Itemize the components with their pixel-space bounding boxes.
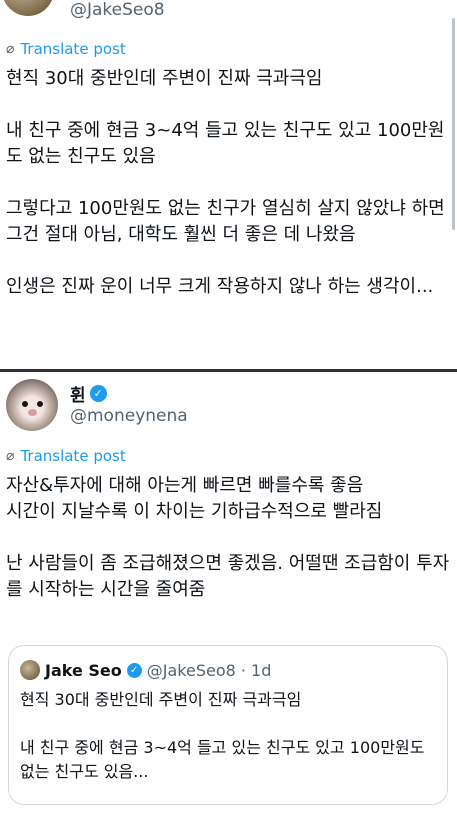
globe-icon: ⌀ xyxy=(6,41,15,57)
post-text: 현직 30대 중반인데 주변이 진짜 극과극임 내 친구 중에 현금 3~4억 … xyxy=(6,68,445,297)
author-handle[interactable]: @moneynena xyxy=(70,406,188,426)
translate-label: Translate post xyxy=(20,447,126,465)
scrollbar-thumb[interactable] xyxy=(452,18,455,230)
avatar[interactable] xyxy=(20,660,40,680)
post-text: 자산&투자에 대해 아는게 빠르면 빠를수록 좋음 시간이 지날수록 이 차이는… xyxy=(6,475,450,600)
quoted-post-header: Jake Seo ✓ @JakeSeo8 · 1d xyxy=(20,660,271,680)
post-divider xyxy=(0,369,457,372)
quoted-author-name: Jake Seo xyxy=(45,660,122,680)
translate-label: Translate post xyxy=(20,40,126,58)
verified-badge-icon: ✓ xyxy=(89,385,107,402)
author-name[interactable]: 휜 xyxy=(70,381,86,406)
quoted-author-handle-time: @JakeSeo8 · 1d xyxy=(146,660,272,680)
globe-icon: ⌀ xyxy=(6,448,15,464)
avatar[interactable] xyxy=(6,379,58,431)
quoted-post-text: 현직 30대 중반인데 주변이 진짜 극과극임 내 친구 중에 현금 3~4억 … xyxy=(20,690,425,781)
verified-badge-icon: ✓ xyxy=(126,662,142,678)
translate-post-link[interactable]: ⌀ Translate post xyxy=(6,40,126,58)
translate-post-link[interactable]: ⌀ Translate post xyxy=(6,447,126,465)
author-name-row[interactable]: 휜 ✓ xyxy=(70,381,107,406)
author-handle[interactable]: @JakeSeo8 xyxy=(70,0,165,20)
avatar[interactable] xyxy=(2,0,54,16)
